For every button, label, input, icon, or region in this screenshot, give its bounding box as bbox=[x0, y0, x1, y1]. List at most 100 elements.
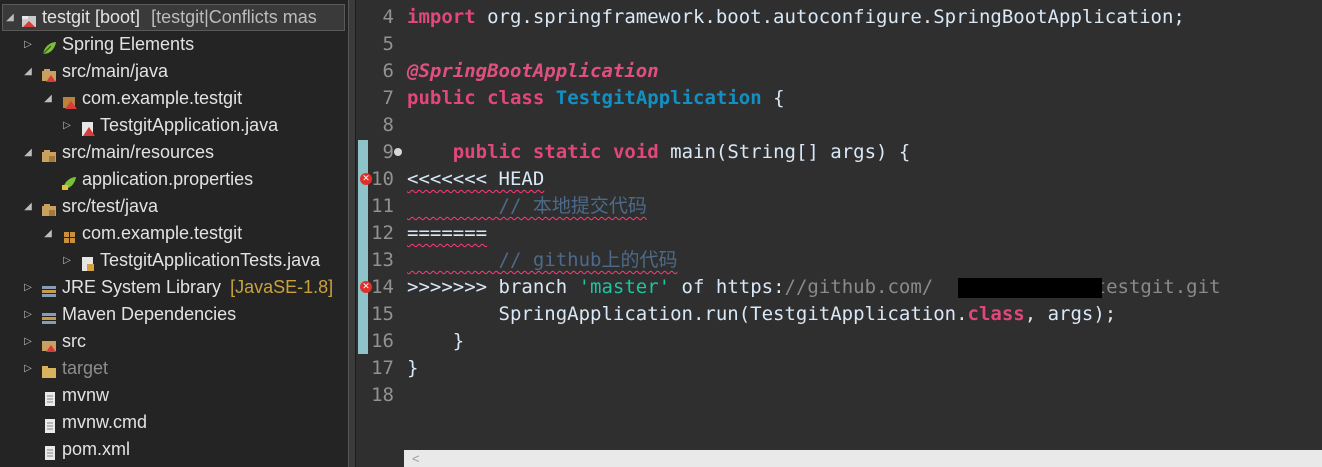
line-number: 14 bbox=[371, 276, 394, 298]
source-folder-icon bbox=[41, 145, 57, 162]
code-line-4: import org.springframework.boot.autoconf… bbox=[407, 4, 1185, 31]
tree-item-label: src bbox=[62, 331, 86, 351]
comment: // github上的代码 bbox=[498, 249, 678, 271]
expanded-arrow-icon[interactable]: ◢ bbox=[42, 85, 54, 112]
conflict-marker-branch: >>>>>>> branch bbox=[407, 276, 579, 298]
comment: // 本地提交代码 bbox=[498, 195, 647, 217]
collapsed-arrow-icon[interactable]: ▷ bbox=[61, 112, 73, 139]
tree-item-label: JRE System Library bbox=[62, 277, 222, 297]
code-text: SpringApplication.run(TestgitApplication… bbox=[407, 303, 968, 325]
tree-item-label: src/test/java bbox=[62, 196, 159, 216]
url-text: //github.com/ bbox=[784, 276, 934, 298]
expanded-arrow-icon[interactable]: ◢ bbox=[22, 193, 34, 220]
source-folder-conflict-icon bbox=[41, 64, 57, 82]
string-literal: 'master' bbox=[578, 276, 671, 298]
code-line-12: ======= bbox=[407, 220, 487, 247]
folder-conflict-icon bbox=[41, 334, 57, 352]
keyword: class bbox=[487, 87, 545, 109]
package-explorer: ◢ testgit [boot] [testgit|Conflicts mas … bbox=[0, 0, 348, 467]
keyword: public bbox=[407, 87, 476, 109]
expanded-arrow-icon[interactable]: ◢ bbox=[22, 139, 34, 166]
java-file-conflict-icon bbox=[80, 118, 96, 136]
code-line-11: // 本地提交代码 bbox=[407, 193, 647, 220]
code-text: org.springframework.boot.autoconfigure.S… bbox=[475, 6, 1185, 28]
collapsed-arrow-icon[interactable]: ▷ bbox=[22, 328, 34, 355]
code-line-10: <<<<<<< HEAD bbox=[407, 166, 544, 193]
class-name: TestgitApplication bbox=[555, 87, 762, 109]
folder-icon bbox=[41, 361, 57, 378]
code-line-16: } bbox=[407, 328, 464, 355]
tree-item-label: com.example.testgit bbox=[82, 223, 243, 243]
code-text: https: bbox=[715, 276, 785, 298]
tree-item-label: mvnw.cmd bbox=[62, 412, 148, 432]
tree-item-label: pom.xml bbox=[62, 439, 131, 459]
tree-item-label: application.properties bbox=[82, 169, 254, 189]
keyword: public bbox=[452, 141, 522, 163]
code-text: { bbox=[761, 87, 785, 109]
line-number: 17 bbox=[371, 357, 394, 379]
line-number: 5 bbox=[382, 33, 394, 55]
keyword: void bbox=[612, 141, 659, 163]
project-conflict-icon bbox=[21, 10, 37, 27]
code-line-15: SpringApplication.run(TestgitApplication… bbox=[407, 301, 1117, 328]
line-number: 6 bbox=[382, 60, 394, 82]
tree-item-label: TestgitApplication.java bbox=[100, 115, 279, 135]
expanded-arrow-icon[interactable]: ◢ bbox=[22, 58, 34, 85]
line-number: 18 bbox=[371, 384, 394, 406]
annotation: @SpringBootApplication bbox=[407, 60, 659, 82]
tree-item-label: src/main/resources bbox=[62, 142, 215, 162]
library-icon bbox=[41, 307, 57, 324]
conflict-marker-separator: ======= bbox=[407, 222, 488, 244]
collapsed-arrow-icon[interactable]: ▷ bbox=[22, 301, 34, 328]
editor-gutter[interactable]: ✕ ✕ 4 5 6 7 8 9 10 11 12 13 14 15 16 17 … bbox=[356, 0, 404, 467]
collapsed-arrow-icon[interactable]: ▷ bbox=[22, 31, 34, 58]
package-conflict-icon bbox=[61, 91, 77, 109]
code-line-6: @SpringBootApplication bbox=[407, 58, 659, 85]
view-splitter[interactable] bbox=[348, 0, 356, 467]
keyword: static bbox=[532, 141, 602, 163]
line-number: 8 bbox=[382, 114, 394, 136]
code-editor[interactable]: import org.springframework.boot.autoconf… bbox=[404, 0, 1322, 467]
redaction-block bbox=[958, 278, 1102, 298]
code-text: , args); bbox=[1024, 303, 1117, 325]
file-icon bbox=[42, 415, 58, 433]
code-text: main(String[] args) { bbox=[658, 141, 911, 163]
line-number: 12 bbox=[371, 222, 394, 244]
code-line-13: // github上的代码 bbox=[407, 247, 678, 274]
tree-item-label: Spring Elements bbox=[62, 34, 195, 54]
keyword: class bbox=[967, 303, 1025, 325]
scroll-left-arrow-icon[interactable]: < bbox=[412, 450, 420, 467]
keyword: import bbox=[407, 6, 476, 28]
code-line-17: } bbox=[407, 355, 418, 382]
line-number: 7 bbox=[382, 87, 394, 109]
fold-toggle-icon[interactable] bbox=[394, 148, 402, 156]
expanded-arrow-icon[interactable]: ◢ bbox=[4, 4, 16, 31]
source-folder-icon bbox=[41, 199, 57, 216]
line-number: 4 bbox=[382, 6, 394, 28]
code-line-7: public class TestgitApplication { bbox=[407, 85, 785, 112]
tree-item-label: target bbox=[62, 358, 109, 378]
code-text: } bbox=[407, 330, 465, 352]
conflict-marker-head: <<<<<<< HEAD bbox=[407, 168, 545, 190]
collapsed-arrow-icon[interactable]: ▷ bbox=[22, 355, 34, 382]
tree-item-label: Maven Dependencies bbox=[62, 304, 237, 324]
code-text: } bbox=[407, 357, 419, 379]
tree-item-label: src/main/java bbox=[62, 61, 169, 81]
line-number: 16 bbox=[371, 330, 394, 352]
tree-item-label: com.example.testgit bbox=[82, 88, 243, 108]
collapsed-arrow-icon[interactable]: ▷ bbox=[22, 274, 34, 301]
java-file-icon bbox=[80, 253, 96, 271]
package-icon bbox=[61, 226, 77, 243]
expanded-arrow-icon[interactable]: ◢ bbox=[42, 220, 54, 247]
url-text: /testgit.git bbox=[1083, 276, 1221, 298]
line-number: 15 bbox=[371, 303, 394, 325]
file-icon bbox=[42, 442, 58, 460]
project-decoration: [testgit|Conflicts mas bbox=[151, 7, 317, 27]
horizontal-scrollbar[interactable]: < bbox=[404, 450, 1322, 467]
project-label: testgit [boot] bbox=[42, 7, 141, 27]
collapsed-arrow-icon[interactable]: ▷ bbox=[61, 247, 73, 274]
spring-leaf-icon bbox=[41, 37, 57, 55]
tree-item-label: mvnw bbox=[62, 385, 110, 405]
